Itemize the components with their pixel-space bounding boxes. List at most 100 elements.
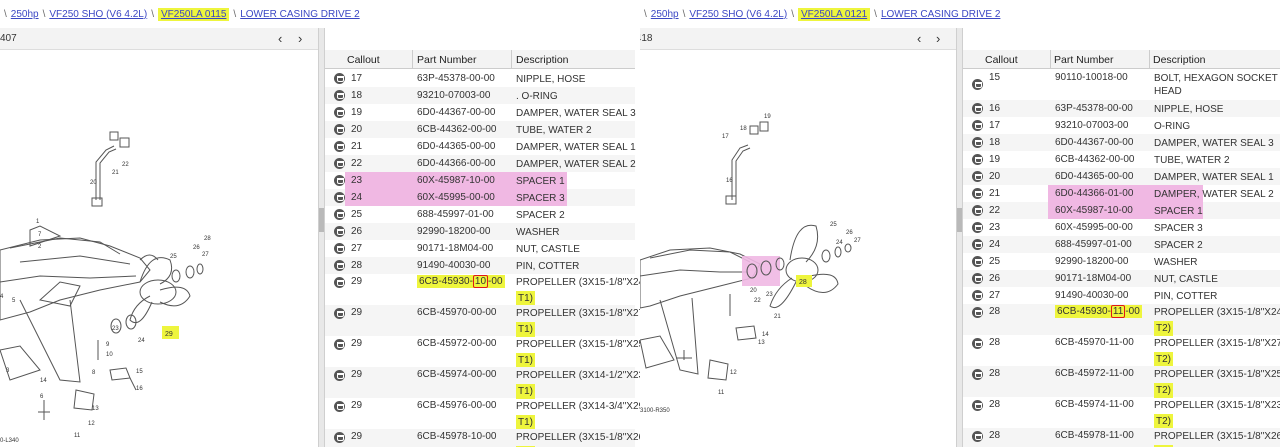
cart-icon[interactable]	[334, 432, 345, 443]
table-row[interactable]: 26 92990-18200-00 WASHER	[325, 223, 635, 240]
column-header-part-number[interactable]: Part Number	[1054, 54, 1114, 66]
part-number[interactable]: 91490-40030-00	[1055, 290, 1128, 301]
part-number[interactable]: 6CB-45972-11-00	[1055, 368, 1134, 379]
breadcrumb-link-model[interactable]: VF250 SHO (V6 4.2L)	[49, 9, 147, 20]
table-row[interactable]: 21 6D0-44366-01-00 DAMPER, WATER SEAL 2	[963, 185, 1280, 202]
part-number[interactable]: 93210-07003-00	[417, 90, 490, 101]
table-row[interactable]: 22 60X-45987-10-00 SPACER 1	[963, 202, 1280, 219]
cart-icon[interactable]	[972, 239, 983, 250]
table-row[interactable]: 23 60X-45995-00-00 SPACER 3	[963, 219, 1280, 236]
table-row[interactable]: 29 6CB-45972-00-00 PROPELLER (3X15-1/8"X25…	[325, 336, 640, 368]
cart-icon[interactable]	[972, 205, 983, 216]
breadcrumb-link-section[interactable]: LOWER CASING DRIVE 2	[240, 9, 359, 20]
part-number[interactable]: 60X-45987-10-00	[1055, 205, 1133, 216]
part-number[interactable]: 6D0-44365-00-00	[417, 141, 495, 152]
cart-icon[interactable]	[972, 431, 983, 442]
cart-icon[interactable]	[334, 308, 345, 319]
part-number[interactable]: 6CB-45970-11-00	[1055, 337, 1134, 348]
table-row[interactable]: 25 92990-18200-00 WASHER	[963, 253, 1280, 270]
cart-icon[interactable]	[972, 256, 983, 267]
part-number[interactable]: 6D0-44366-01-00	[1055, 188, 1133, 199]
table-row[interactable]: 23 60X-45987-10-00 SPACER 1	[325, 172, 635, 189]
part-number[interactable]: 6CB-45930- 10 -00	[417, 275, 505, 288]
cart-icon[interactable]	[972, 338, 983, 349]
part-number[interactable]: 6CB-45974-11-00	[1055, 399, 1134, 410]
part-number[interactable]: 6CB-45970-00-00	[417, 307, 497, 318]
cart-icon[interactable]	[334, 73, 345, 84]
cart-icon[interactable]	[334, 107, 345, 118]
part-number[interactable]: 63P-45378-00-00	[1055, 103, 1133, 114]
splitter-grip[interactable]	[319, 208, 324, 232]
cart-icon[interactable]	[972, 188, 983, 199]
prev-diagram-icon[interactable]: ‹	[278, 31, 282, 46]
part-number[interactable]: 90110-10018-00	[1055, 72, 1128, 83]
pane-splitter[interactable]	[956, 28, 963, 447]
cart-icon[interactable]	[334, 175, 345, 186]
part-number[interactable]: 6CB-45930- 11 -00	[1055, 305, 1142, 318]
part-number[interactable]: 93210-07003-00	[1055, 120, 1128, 131]
breadcrumb-link-250hp[interactable]: 250hp	[651, 9, 679, 20]
cart-icon[interactable]	[972, 369, 983, 380]
cart-icon[interactable]	[334, 209, 345, 220]
prev-diagram-icon[interactable]: ‹	[917, 31, 921, 46]
table-row[interactable]: 18 6D0-44367-00-00 DAMPER, WATER SEAL 3	[963, 134, 1280, 151]
breadcrumb-link-serial[interactable]: VF250LA 0121	[797, 7, 871, 21]
part-number[interactable]: 688-45997-01-00	[417, 209, 494, 220]
table-row[interactable]: 19 6D0-44367-00-00 DAMPER, WATER SEAL 3	[325, 104, 636, 121]
column-header-callout[interactable]: Callout	[985, 54, 1018, 66]
next-diagram-icon[interactable]: ›	[936, 31, 940, 46]
cart-icon[interactable]	[334, 339, 345, 350]
column-header-callout[interactable]: Callout	[347, 54, 380, 66]
cart-icon[interactable]	[334, 226, 345, 237]
cart-icon[interactable]	[334, 370, 345, 381]
cart-icon[interactable]	[972, 222, 983, 233]
cart-icon[interactable]	[972, 307, 983, 318]
table-row[interactable]: 26 90171-18M04-00 NUT, CASTLE	[963, 270, 1280, 287]
cart-icon[interactable]	[334, 158, 345, 169]
cart-icon[interactable]	[334, 90, 345, 101]
cart-icon[interactable]	[334, 277, 345, 288]
cart-icon[interactable]	[334, 401, 345, 412]
table-row[interactable]: 20 6CB-44362-00-00 TUBE, WATER 2	[325, 121, 635, 138]
table-row[interactable]: 17 93210-07003-00 O-RING	[963, 117, 1280, 134]
table-row[interactable]: 15 90110-10018-00 BOLT, HEXAGON SOCKET HEAD	[963, 70, 1280, 100]
table-row[interactable]: 29 6CB-45970-00-00 PROPELLER (3X15-1/8"X27…	[325, 305, 640, 337]
splitter-grip[interactable]	[957, 208, 962, 232]
cart-icon[interactable]	[972, 290, 983, 301]
part-number[interactable]: 6CB-45978-11-00	[1055, 430, 1134, 441]
cart-icon[interactable]	[972, 400, 983, 411]
part-number[interactable]: 6CB-44362-00-00	[417, 124, 497, 135]
part-number[interactable]: 6CB-45972-00-00	[417, 338, 497, 349]
table-row[interactable]: 29 6CB-45976-00-00 PROPELLER (3X14-3/4"X29…	[325, 398, 640, 430]
table-row[interactable]: 27 90171-18M04-00 NUT, CASTLE	[325, 240, 635, 257]
table-row[interactable]: 29 6CB-45930- 10 -00 PROPELLER (3X15-1/8"X24…	[325, 274, 640, 306]
table-row[interactable]: 18 93210-07003-00 . O-RING	[325, 87, 635, 104]
part-number[interactable]: 6D0-44365-00-00	[1055, 171, 1133, 182]
part-number[interactable]: 6CB-45976-00-00	[417, 400, 497, 411]
table-row[interactable]: 28 6CB-45978-11-00 PROPELLER (3X15-1/8"X26…	[963, 428, 1280, 447]
breadcrumb-link-250hp[interactable]: 250hp	[11, 9, 39, 20]
cart-icon[interactable]	[972, 273, 983, 284]
cart-icon[interactable]	[334, 124, 345, 135]
column-header-description[interactable]: Description	[516, 54, 569, 66]
part-number[interactable]: 90171-18M04-00	[1055, 273, 1131, 284]
cart-icon[interactable]	[972, 120, 983, 131]
table-row[interactable]: 28 6CB-45974-11-00 PROPELLER (3X15-1/8"X23…	[963, 397, 1280, 429]
cart-icon[interactable]	[972, 137, 983, 148]
breadcrumb-link-serial[interactable]: VF250LA 0115	[157, 7, 230, 21]
part-number[interactable]: 6CB-45978-10-00	[417, 431, 497, 442]
cart-icon[interactable]	[334, 260, 345, 271]
table-row[interactable]: 25 688-45997-01-00 SPACER 2	[325, 206, 635, 223]
part-number[interactable]: 6D0-44367-00-00	[1055, 137, 1133, 148]
part-number[interactable]: 6CB-44362-00-00	[1055, 154, 1135, 165]
column-header-part-number[interactable]: Part Number	[417, 54, 477, 66]
part-number[interactable]: 60X-45987-10-00	[417, 175, 495, 186]
next-diagram-icon[interactable]: ›	[298, 31, 302, 46]
part-number[interactable]: 90171-18M04-00	[417, 243, 493, 254]
table-row[interactable]: 21 6D0-44365-00-00 DAMPER, WATER SEAL 1	[325, 138, 636, 155]
breadcrumb-link-model[interactable]: VF250 SHO (V6 4.2L)	[689, 9, 787, 20]
part-number[interactable]: 688-45997-01-00	[1055, 239, 1132, 250]
table-row[interactable]: 28 91490-40030-00 PIN, COTTER	[325, 257, 635, 274]
table-row[interactable]: 27 91490-40030-00 PIN, COTTER	[963, 287, 1280, 304]
cart-icon[interactable]	[334, 243, 345, 254]
